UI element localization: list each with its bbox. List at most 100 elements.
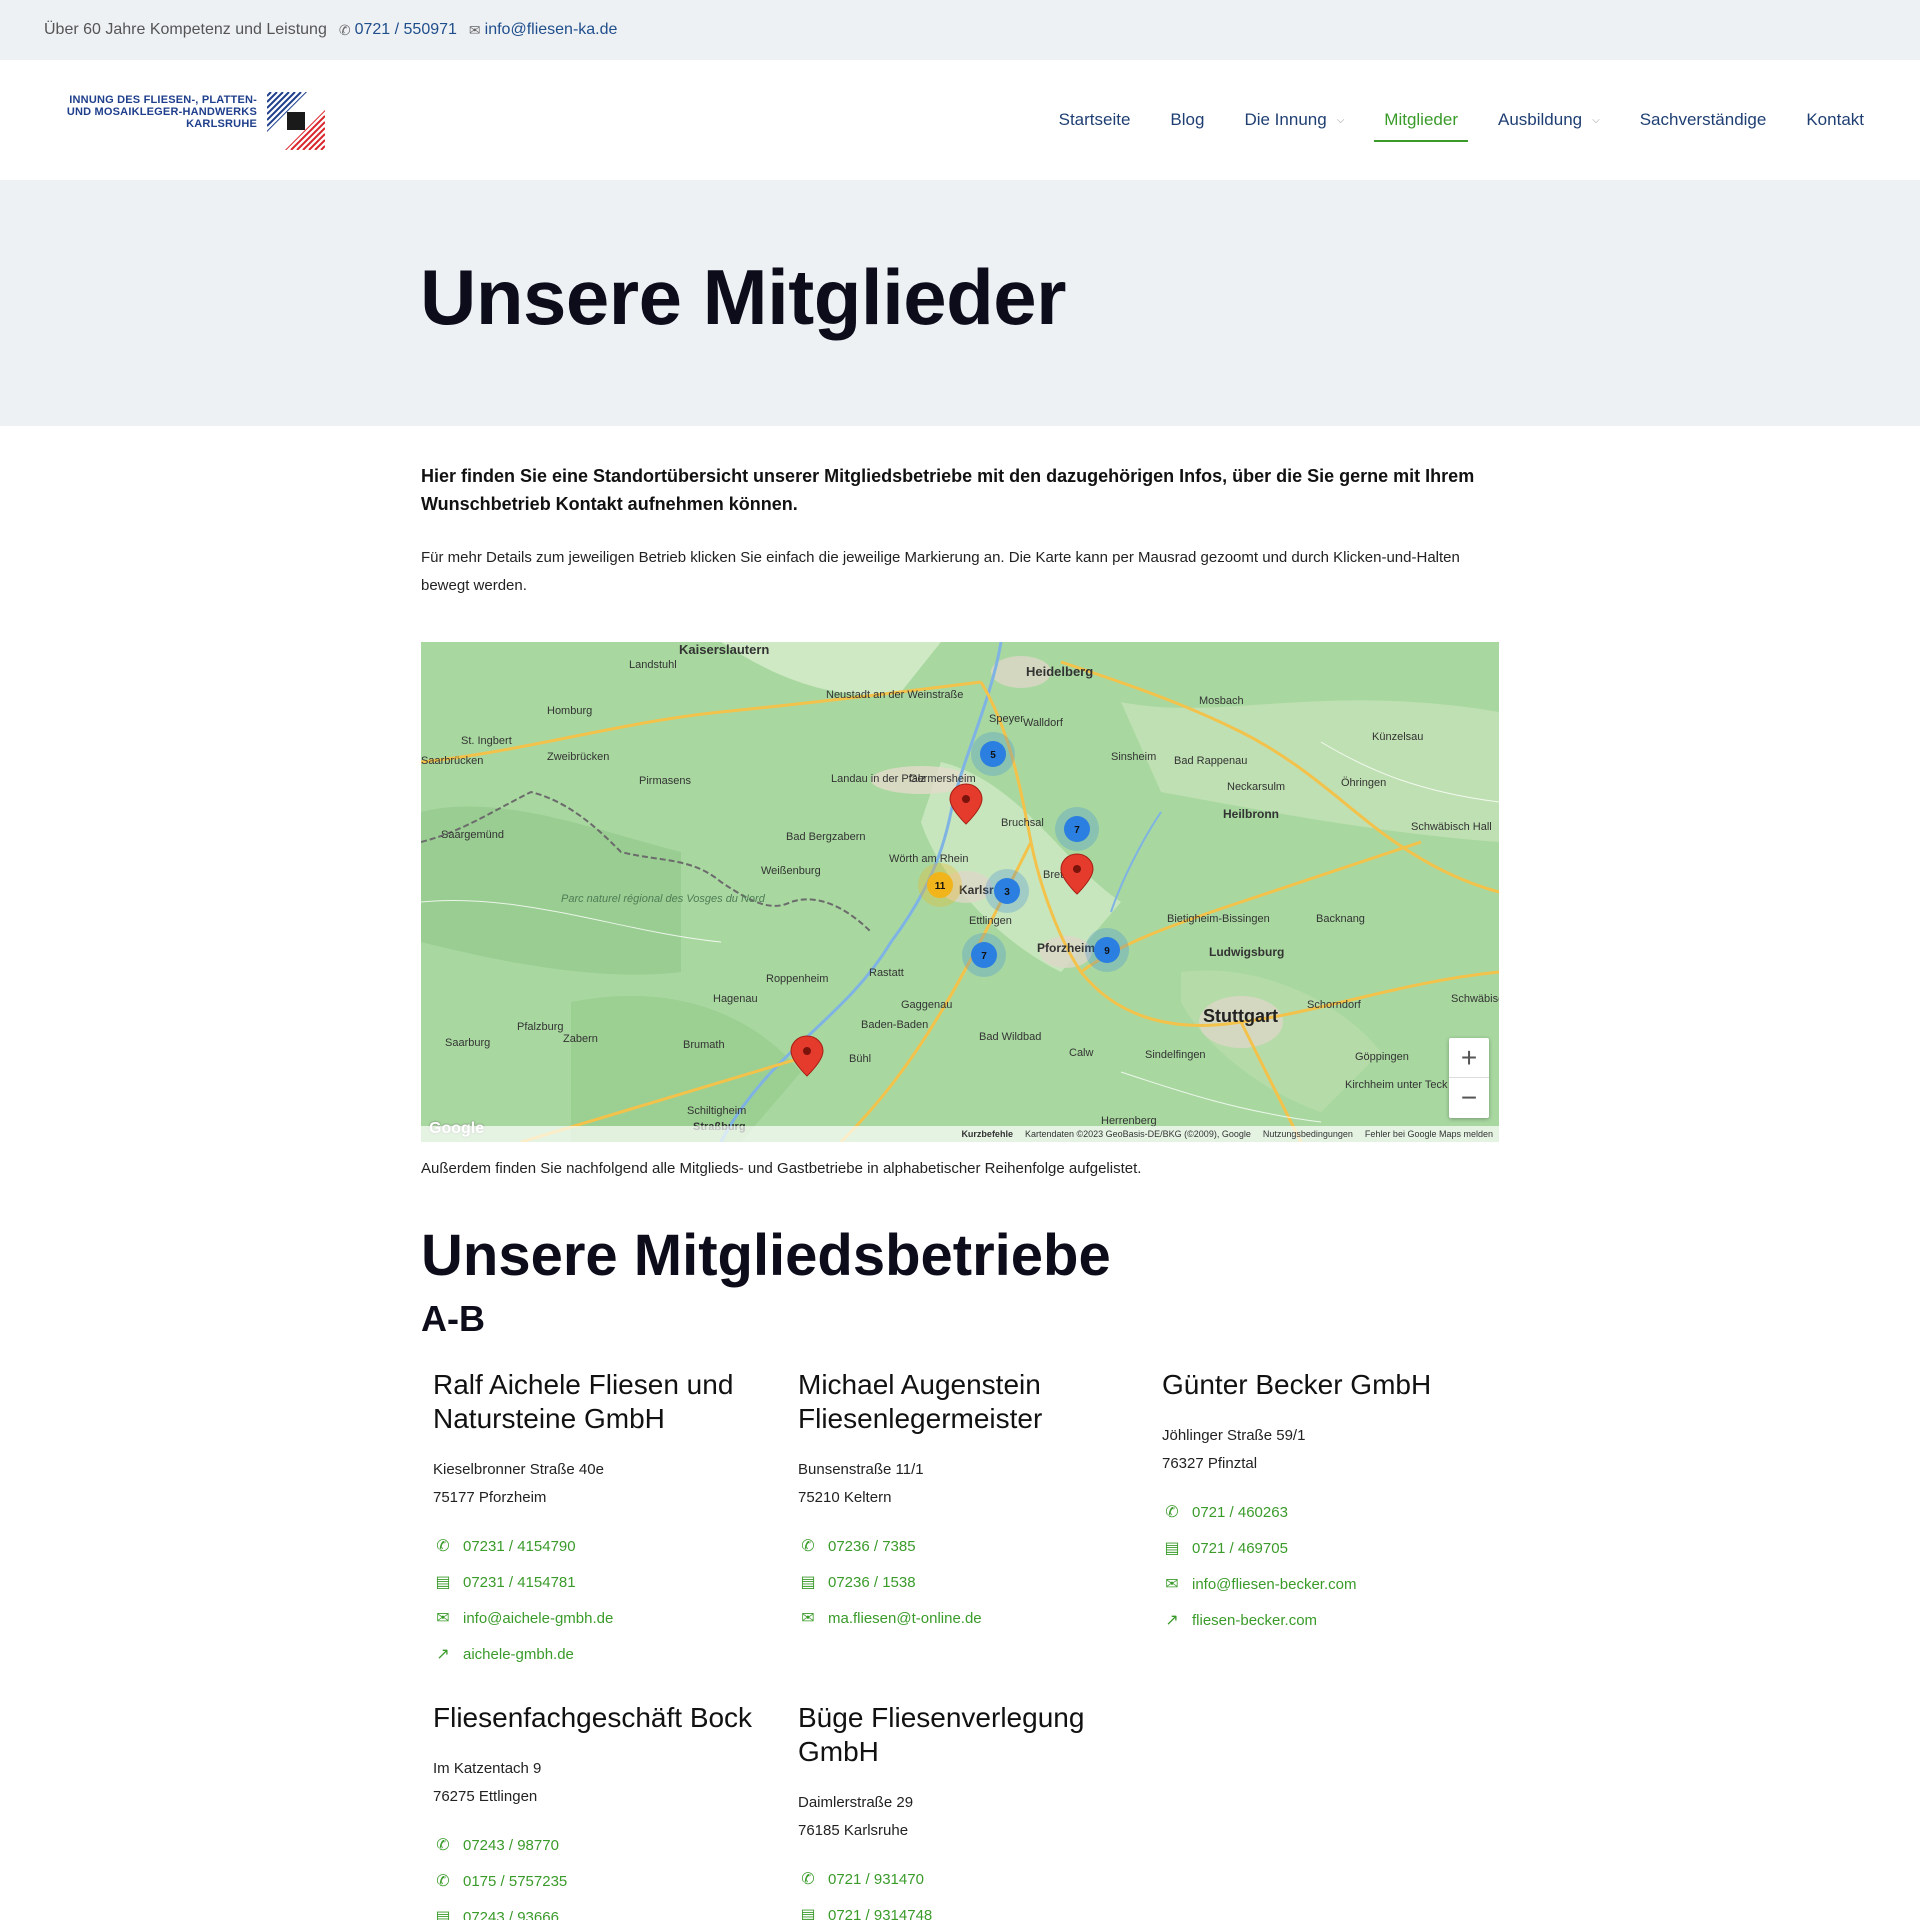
nav-label: Die Innung <box>1244 110 1327 129</box>
map-cluster[interactable]: 5 <box>971 732 1015 776</box>
nav-label: Kontakt <box>1806 110 1864 129</box>
member-web: fliesen-becker.com <box>1192 1611 1318 1629</box>
member-contacts: ✆ 07231 / 4154790 ▤ 07231 / 4154781 ✉ info@… <box>433 1528 753 1672</box>
member-phone-link[interactable]: ✆ 0721 / 460263 <box>1162 1494 1482 1530</box>
map-city-label: Homburg <box>547 705 592 717</box>
member-street: Daimlerstraße 29 <box>798 1794 914 1811</box>
map-cluster[interactable]: 7 <box>962 933 1006 977</box>
map-city-label: Bühl <box>849 1053 871 1065</box>
map-city-label: Mosbach <box>1199 695 1244 707</box>
map-city-label: Pirmasens <box>639 775 691 787</box>
nav-blog[interactable]: Blog <box>1150 100 1224 140</box>
map-cluster[interactable]: 9 <box>1085 928 1129 972</box>
member-web-link[interactable]: ↗ aichele-gmbh.de <box>433 1636 753 1672</box>
member-fax-link[interactable]: ▤ 07236 / 1538 <box>798 1564 1118 1600</box>
map-cluster[interactable]: 11 <box>918 863 962 907</box>
member-city: 75177 Pforzheim <box>433 1489 547 1506</box>
member-name: Ralf Aichele Fliesen und Natursteine Gmb… <box>433 1369 734 1434</box>
nav-startseite[interactable]: Startseite <box>1039 100 1151 140</box>
map-shortcuts-link[interactable]: Kurzbefehle <box>961 1129 1013 1139</box>
section-title: Unsere Mitgliedsbetriebe <box>421 1223 1111 1288</box>
map-city-label: Bietigheim-Bissingen <box>1167 913 1270 925</box>
map-city-label: Ludwigsburg <box>1209 945 1284 959</box>
member-phone: 07231 / 4154790 <box>463 1537 576 1555</box>
member-name: Michael Augenstein Fliesenlegermeister <box>798 1369 1043 1434</box>
map-zoom-control: + − <box>1449 1038 1489 1118</box>
nav-kontakt[interactable]: Kontakt <box>1786 100 1884 140</box>
map-city-label: Germersheim <box>909 773 976 785</box>
nav-die-innung[interactable]: Die Innung ⌵ <box>1224 100 1364 140</box>
member-email-link[interactable]: ✉ ma.fliesen@t-online.de <box>798 1600 1118 1636</box>
map-city-label: Öhringen <box>1341 777 1386 789</box>
member-fax-link[interactable]: ▤ 07231 / 4154781 <box>433 1564 753 1600</box>
member-contacts: ✆ 07236 / 7385 ▤ 07236 / 1538 ✉ ma.fliesen@… <box>798 1528 1118 1636</box>
map-city-label: Neckarsulm <box>1227 781 1285 793</box>
member-contacts: ✆ 0721 / 931470 ▤ 0721 / 9314748 <box>798 1861 1118 1920</box>
member-web: aichele-gmbh.de <box>463 1645 574 1663</box>
zoom-in-button[interactable]: + <box>1449 1038 1489 1078</box>
fax-icon: ▤ <box>435 1574 451 1591</box>
map-city-label: Kaiserslautern <box>679 642 769 657</box>
member-city: 76327 Pfinztal <box>1162 1455 1258 1472</box>
members-map[interactable]: Kaiserslautern Heidelberg Mosbach Landst… <box>421 642 1499 1142</box>
member-contacts: ✆ 0721 / 460263 ▤ 0721 / 469705 ✉ info@flie… <box>1162 1494 1482 1638</box>
member-phone-link[interactable]: ✆ 07236 / 7385 <box>798 1528 1118 1564</box>
phone-icon: ✆ <box>801 1871 815 1888</box>
map-report-link[interactable]: Fehler bei Google Maps melden <box>1365 1129 1493 1139</box>
phone-icon: ✆ <box>338 21 351 38</box>
member-web-link[interactable]: ↗ fliesen-becker.com <box>1162 1602 1482 1638</box>
nav-ausbildung[interactable]: Ausbildung ⌵ <box>1478 100 1620 140</box>
member-contacts: ✆ 07243 / 98770 ✆ 0175 / 5757235 ▤ 07243 / … <box>433 1827 753 1920</box>
map-city-label: Heidelberg <box>1026 664 1093 679</box>
cluster-count: 11 <box>935 881 946 892</box>
member-email-link[interactable]: ✉ info@aichele-gmbh.de <box>433 1600 753 1636</box>
nav-label: Blog <box>1170 110 1205 129</box>
member-fax-link[interactable]: ▤ 0721 / 469705 <box>1162 1530 1482 1566</box>
map-city-label: Landstuhl <box>629 659 677 671</box>
nav-sachverstaendige[interactable]: Sachverständige <box>1620 100 1787 140</box>
member-fax-link[interactable]: ▤ 0721 / 9314748 <box>798 1897 1118 1920</box>
map-city-label: Neustadt an der Weinstraße <box>826 689 963 701</box>
member-phone-link[interactable]: ✆ 07243 / 98770 <box>433 1827 753 1863</box>
logo[interactable]: INNUNG DES FLIESEN-, PLATTEN- UND MOSAIK… <box>60 90 325 152</box>
fax-icon: ▤ <box>800 1574 816 1591</box>
map-terms-link[interactable]: Nutzungsbedingungen <box>1263 1129 1353 1139</box>
fax-icon: ▤ <box>800 1907 816 1920</box>
map-city-label: Walldorf <box>1023 717 1064 729</box>
phone-icon: ✆ <box>436 1837 450 1854</box>
chevron-down-icon: ⌵ <box>1592 114 1600 126</box>
map-city-label: Rastatt <box>869 967 904 979</box>
member-email: ma.fliesen@t-online.de <box>828 1609 982 1627</box>
member-fax: 07243 / 93666 <box>463 1908 559 1920</box>
map-city-label: Brumath <box>683 1039 725 1051</box>
member-fax-link[interactable]: ▤ 07243 / 93666 <box>433 1899 753 1920</box>
external-link-icon: ↗ <box>1165 1612 1179 1629</box>
member-phone-link[interactable]: ✆ 0721 / 931470 <box>798 1861 1118 1897</box>
map-cluster[interactable]: 7 <box>1055 807 1099 851</box>
zoom-out-button[interactable]: − <box>1449 1078 1489 1118</box>
map-city-label: Stuttgart <box>1203 1006 1278 1026</box>
main-nav: Startseite Blog Die Innung ⌵ Mitglieder A… <box>1039 60 1884 180</box>
member-phone-2-link[interactable]: ✆ 0175 / 5757235 <box>433 1863 753 1899</box>
member-phone: 0721 / 931470 <box>828 1870 924 1888</box>
top-email-link[interactable]: ✉ info@fliesen-ka.de <box>469 21 618 39</box>
member-card: Büge Fliesenverlegung GmbH Daimlerstraße… <box>798 1701 1118 1920</box>
member-phone-link[interactable]: ✆ 07231 / 4154790 <box>433 1528 753 1564</box>
member-phone: 07243 / 98770 <box>463 1836 559 1854</box>
tagline: Über 60 Jahre Kompetenz und Leistung <box>44 21 327 38</box>
map-city-label: Schiltigheim <box>687 1105 746 1117</box>
member-address: Bunsenstraße 11/1 75210 Keltern <box>798 1456 1118 1512</box>
map-city-label: Sinsheim <box>1111 751 1156 763</box>
nav-mitglieder[interactable]: Mitglieder <box>1364 100 1478 142</box>
top-email-text: info@fliesen-ka.de <box>484 21 618 38</box>
map-canvas[interactable]: Kaiserslautern Heidelberg Mosbach Landst… <box>421 642 1499 1142</box>
top-phone-text: 0721 / 550971 <box>354 21 457 38</box>
top-phone-link[interactable]: ✆ 0721 / 550971 <box>339 21 457 39</box>
site-header: INNUNG DES FLIESEN-, PLATTEN- UND MOSAIK… <box>0 60 1920 180</box>
cluster-count: 7 <box>981 951 987 962</box>
member-street: Kieselbronner Straße 40e <box>433 1461 604 1478</box>
member-address: Im Katzentach 9 76275 Ettlingen <box>433 1755 753 1811</box>
external-link-icon: ↗ <box>436 1646 450 1663</box>
member-email-link[interactable]: ✉ info@fliesen-becker.com <box>1162 1566 1482 1602</box>
map-cluster[interactable]: 3 <box>985 869 1029 913</box>
